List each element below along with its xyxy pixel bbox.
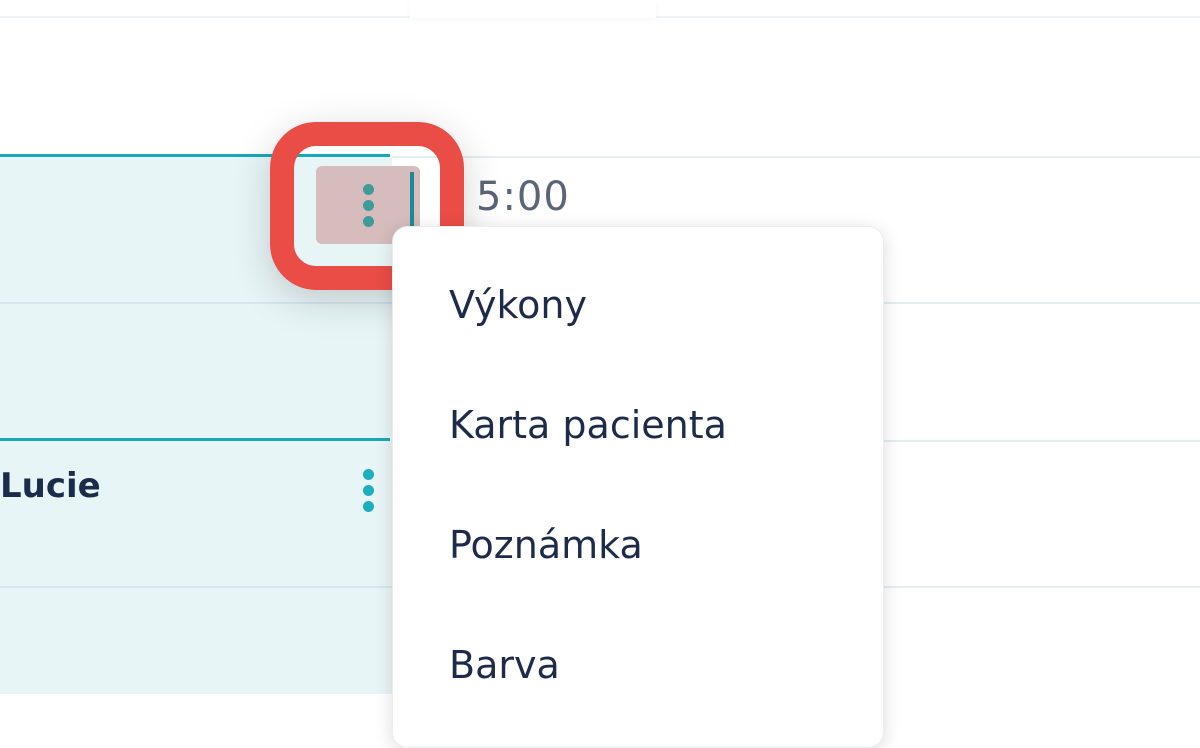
menu-item-poznamka[interactable]: Poznámka (449, 523, 643, 567)
more-options-button-lucie[interactable] (350, 462, 386, 518)
header-tab-shadow (410, 0, 656, 18)
kebab-vertical-icon (362, 183, 374, 195)
kebab-dot (362, 484, 374, 496)
kebab-dot (362, 215, 374, 227)
patient-name: Lucie (0, 466, 101, 506)
appointment-edge-marker (410, 172, 414, 226)
appointment-time: 5:00 (476, 174, 570, 220)
appointment-lucie-top-border (0, 438, 390, 441)
menu-item-vykony[interactable]: Výkony (449, 283, 587, 327)
kebab-dot (362, 500, 374, 512)
kebab-dot (362, 199, 374, 211)
appointment-divider (0, 302, 392, 304)
context-menu: Výkony Karta pacienta Poznámka Barva (392, 226, 884, 748)
menu-item-karta-pacienta[interactable]: Karta pacienta (449, 403, 727, 447)
kebab-vertical-icon (362, 468, 374, 480)
appointment-lucie-divider (0, 586, 392, 588)
menu-item-barva[interactable]: Barva (449, 643, 560, 687)
